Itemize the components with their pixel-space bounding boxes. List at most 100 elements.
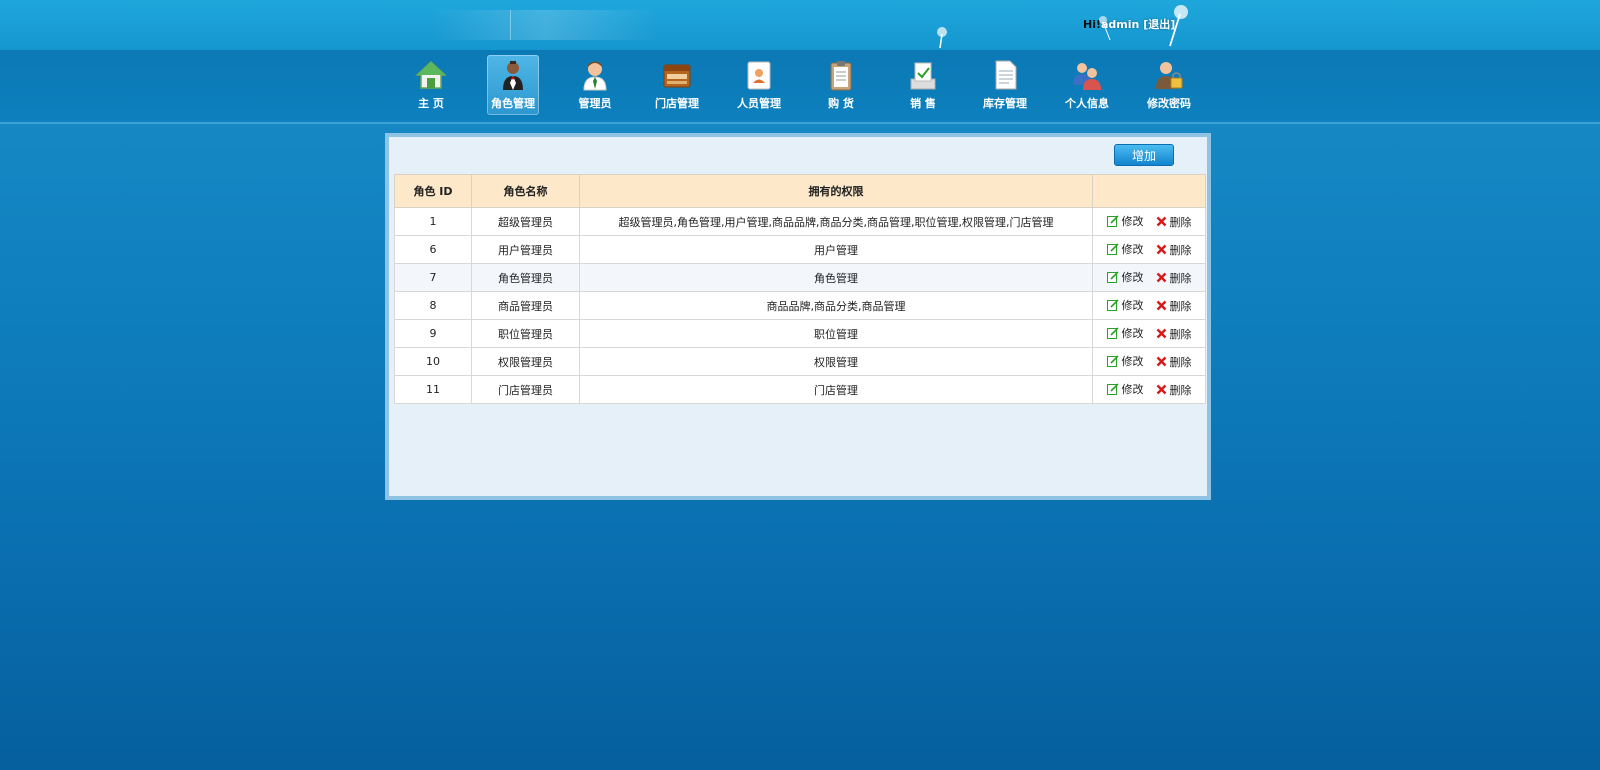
delete-icon xyxy=(1156,328,1166,339)
cell-role-name: 超级管理员 xyxy=(471,207,580,236)
waiter-icon xyxy=(503,61,523,90)
cell-permissions: 用户管理 xyxy=(579,235,1093,264)
delete-icon xyxy=(1156,300,1166,311)
nav-label: 购 货 xyxy=(828,97,854,110)
delete-link[interactable]: 删除 xyxy=(1156,214,1192,230)
edit-link[interactable]: 修改 xyxy=(1106,241,1144,257)
user-lock-icon xyxy=(1156,62,1183,89)
top-header: Hi!admin [退出] xyxy=(0,0,1600,50)
cell-permissions: 门店管理 xyxy=(579,375,1093,404)
nav-sales[interactable]: 销 售 xyxy=(897,55,949,115)
delete-icon xyxy=(1156,356,1166,367)
delete-icon xyxy=(1156,272,1166,283)
delete-label: 删除 xyxy=(1169,327,1192,341)
edit-icon xyxy=(1106,299,1119,311)
cell-actions: 修改 删除 xyxy=(1092,207,1206,236)
edit-label: 修改 xyxy=(1121,327,1144,340)
cell-permissions: 超级管理员,角色管理,用户管理,商品品牌,商品分类,商品管理,职位管理,权限管理… xyxy=(579,207,1093,236)
cell-role-id: 11 xyxy=(394,375,472,404)
cell-actions: 修改 删除 xyxy=(1092,375,1206,404)
edit-link[interactable]: 修改 xyxy=(1106,325,1144,341)
edit-label: 修改 xyxy=(1121,383,1144,396)
store-icon xyxy=(663,64,691,88)
home-icon xyxy=(415,60,447,89)
table-row: 8 商品管理员 商品品牌,商品分类,商品管理 修改 删除 xyxy=(394,291,1206,320)
cell-actions: 修改 删除 xyxy=(1092,263,1206,292)
cell-role-id: 1 xyxy=(394,207,472,236)
cell-permissions: 角色管理 xyxy=(579,263,1093,292)
header-role-id: 角色 ID xyxy=(394,174,472,208)
edit-link[interactable]: 修改 xyxy=(1106,381,1144,397)
cell-role-name: 职位管理员 xyxy=(471,319,580,348)
nav-label: 角色管理 xyxy=(491,97,535,110)
delete-label: 删除 xyxy=(1169,355,1192,369)
delete-link[interactable]: 删除 xyxy=(1156,354,1192,370)
dandelion-decoration xyxy=(937,27,947,49)
delete-icon xyxy=(1156,216,1166,227)
delete-link[interactable]: 删除 xyxy=(1156,242,1192,258)
cell-role-id: 6 xyxy=(394,235,472,264)
cell-actions: 修改 删除 xyxy=(1092,347,1206,376)
table-row: 1 超级管理员 超级管理员,角色管理,用户管理,商品品牌,商品分类,商品管理,职位管… xyxy=(394,207,1206,236)
edit-icon xyxy=(1106,271,1119,283)
nav-store-management[interactable]: 门店管理 xyxy=(651,55,703,115)
delete-label: 删除 xyxy=(1169,243,1192,257)
logo-banner xyxy=(430,10,660,40)
nav-label: 主 页 xyxy=(418,97,444,110)
edit-link[interactable]: 修改 xyxy=(1106,269,1144,285)
nav-home[interactable]: 主 页 xyxy=(405,55,457,115)
inventory-doc-icon xyxy=(995,60,1017,90)
logo-divider xyxy=(510,10,511,40)
add-button[interactable]: 增加 xyxy=(1114,144,1174,166)
nav-change-password[interactable]: 修改密码 xyxy=(1143,55,1195,115)
delete-link[interactable]: 删除 xyxy=(1156,270,1192,286)
nav-staff-management[interactable]: 人员管理 xyxy=(733,55,785,115)
table-row: 9 职位管理员 职位管理 修改 删除 xyxy=(394,319,1206,348)
cell-role-name: 用户管理员 xyxy=(471,235,580,264)
table-row: 11 门店管理员 门店管理 修改 删除 xyxy=(394,375,1206,404)
delete-label: 删除 xyxy=(1169,383,1192,397)
users-icon xyxy=(1073,63,1101,90)
main-nav: 主 页 角色管理 管理员 门店管理 人员管理 购 货 销 售 库存管理 个人信息… xyxy=(0,50,1600,124)
edit-link[interactable]: 修改 xyxy=(1106,297,1144,313)
content-panel: 增加 角色 ID 角色名称 拥有的权限 1 超级管理员 超级管理员,角色管理,用户管… xyxy=(385,133,1211,500)
admin-user-icon xyxy=(583,61,607,91)
delete-link[interactable]: 删除 xyxy=(1156,382,1192,398)
cell-role-name: 门店管理员 xyxy=(471,375,580,404)
dandelion-decoration-right xyxy=(1099,5,1188,47)
edit-label: 修改 xyxy=(1121,215,1144,228)
header-permissions: 拥有的权限 xyxy=(579,174,1093,208)
cell-permissions: 职位管理 xyxy=(579,319,1093,348)
edit-icon xyxy=(1106,327,1119,339)
table-row: 10 权限管理员 权限管理 修改 删除 xyxy=(394,347,1206,376)
nav-label: 修改密码 xyxy=(1147,97,1191,110)
edit-label: 修改 xyxy=(1121,299,1144,312)
roles-table: 角色 ID 角色名称 拥有的权限 1 超级管理员 超级管理员,角色管理,用户管理,商… xyxy=(394,174,1206,404)
nav-role-management[interactable]: 角色管理 xyxy=(487,55,539,115)
delete-link[interactable]: 删除 xyxy=(1156,326,1192,342)
cell-permissions: 商品品牌,商品分类,商品管理 xyxy=(579,291,1093,320)
header-actions xyxy=(1092,174,1206,208)
header-role-name: 角色名称 xyxy=(471,174,580,208)
delete-label: 删除 xyxy=(1169,271,1192,285)
delete-icon xyxy=(1156,244,1166,255)
nav-purchase[interactable]: 购 货 xyxy=(815,55,867,115)
nav-admin[interactable]: 管理员 xyxy=(569,55,621,115)
edit-label: 修改 xyxy=(1121,271,1144,284)
edit-link[interactable]: 修改 xyxy=(1106,353,1144,369)
nav-personal-info[interactable]: 个人信息 xyxy=(1061,55,1113,115)
edit-icon xyxy=(1106,355,1119,367)
delete-link[interactable]: 删除 xyxy=(1156,298,1192,314)
nav-label: 个人信息 xyxy=(1065,97,1109,110)
nav-label: 门店管理 xyxy=(655,97,699,110)
edit-label: 修改 xyxy=(1121,355,1144,368)
nav-inventory-management[interactable]: 库存管理 xyxy=(979,55,1031,115)
cell-actions: 修改 删除 xyxy=(1092,291,1206,320)
table-row: 7 角色管理员 角色管理 修改 删除 xyxy=(394,263,1206,292)
edit-icon xyxy=(1106,215,1119,227)
sales-icon xyxy=(910,62,936,90)
staff-card-icon xyxy=(747,61,771,90)
cell-role-name: 商品管理员 xyxy=(471,291,580,320)
edit-link[interactable]: 修改 xyxy=(1106,213,1144,229)
cell-role-name: 权限管理员 xyxy=(471,347,580,376)
